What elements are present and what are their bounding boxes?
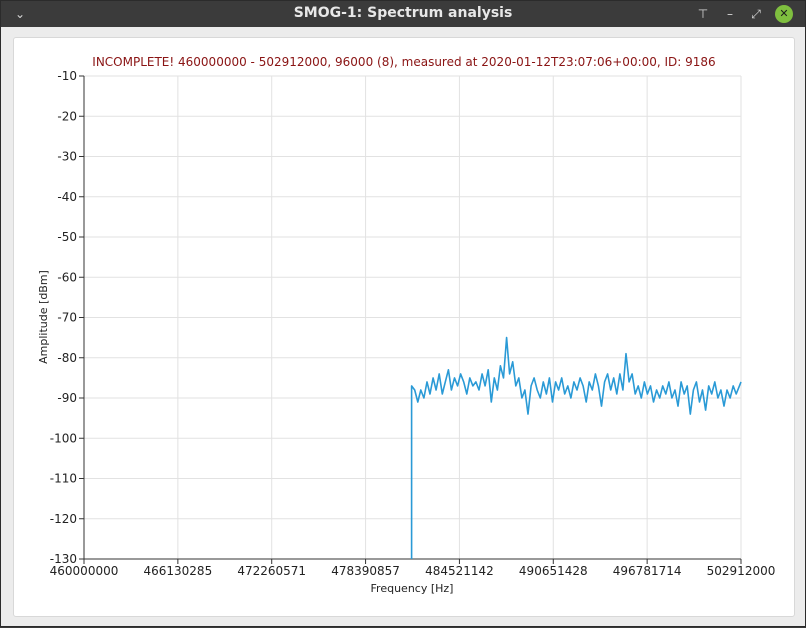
x-tick-label: 484521142 [425, 564, 494, 578]
chart-series [410, 336, 742, 559]
app-window: ⌄ SMOG-1: Spectrum analysis ⊤ – ⤢ ✕ 4600… [0, 0, 806, 627]
x-tick-label: 502912000 [707, 564, 776, 578]
x-tick-label: 478390857 [331, 564, 400, 578]
y-tick-label: -100 [50, 431, 77, 445]
x-tick-label: 466130285 [143, 564, 212, 578]
y-tick-label: -60 [57, 270, 77, 284]
x-tick-label: 490651428 [519, 564, 588, 578]
x-tick-label: 460000000 [50, 564, 119, 578]
x-axis-label: Frequency [Hz] [371, 582, 454, 595]
spectrum-chart[interactable]: 460000000 466130285 472260571 478390857 4845… [1, 1, 806, 628]
y-tick-label: -30 [57, 150, 77, 164]
y-axis-label: Amplitude [dBm] [37, 270, 50, 364]
y-tick-label: -110 [50, 472, 77, 486]
y-tick-label: -50 [57, 230, 77, 244]
x-tick-label: 472260571 [237, 564, 306, 578]
y-tick-label: -120 [50, 512, 77, 526]
chart-title: INCOMPLETE! 460000000 - 502912000, 96000… [92, 55, 715, 69]
x-tick-label: 496781714 [613, 564, 682, 578]
y-tick-label: -70 [57, 311, 77, 325]
spectrum-line [410, 336, 742, 559]
y-tick-label: -40 [57, 190, 77, 204]
chart-ticks: 460000000 466130285 472260571 478390857 4845… [50, 69, 776, 578]
y-tick-label: -20 [57, 109, 77, 123]
y-tick-label: -10 [57, 69, 77, 83]
y-tick-label: -90 [57, 391, 77, 405]
chart-grid [83, 75, 742, 560]
y-tick-label: -130 [50, 552, 77, 566]
y-tick-label: -80 [57, 351, 77, 365]
